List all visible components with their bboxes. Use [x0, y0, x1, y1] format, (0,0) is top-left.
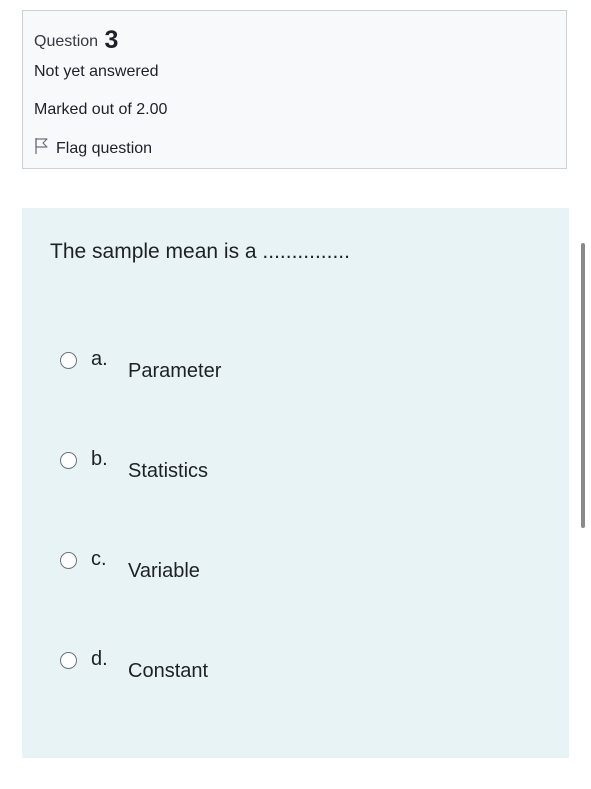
answer-label[interactable]: Constant	[128, 660, 208, 683]
flag-icon	[34, 137, 56, 160]
question-number: Question 3	[34, 24, 119, 54]
radio-unchecked-icon[interactable]	[60, 452, 77, 469]
question-label: Question	[34, 33, 99, 50]
answer-letter: d.	[91, 648, 108, 670]
answer-option-c[interactable]: c. Variable	[60, 548, 360, 588]
flag-question-label: Flag question	[56, 139, 153, 157]
radio-unchecked-icon[interactable]	[60, 652, 77, 669]
question-number-value: 3	[104, 26, 119, 54]
question-content: The sample mean is a ............... a. …	[22, 208, 569, 758]
radio-unchecked-icon[interactable]	[60, 352, 77, 369]
question-state: Not yet answered	[34, 63, 159, 80]
answer-option-a[interactable]: a. Parameter	[60, 348, 360, 388]
answer-option-b[interactable]: b. Statistics	[60, 448, 360, 488]
answer-option-d[interactable]: d. Constant	[60, 648, 360, 688]
answer-letter: c.	[91, 548, 107, 570]
answer-letter: b.	[91, 448, 108, 470]
flag-question-link[interactable]: Flag question	[34, 137, 152, 160]
answer-label[interactable]: Variable	[128, 560, 200, 583]
radio-unchecked-icon[interactable]	[60, 552, 77, 569]
answer-label[interactable]: Parameter	[128, 360, 221, 383]
scrollbar[interactable]	[581, 243, 585, 528]
answer-letter: a.	[91, 348, 108, 370]
answer-label[interactable]: Statistics	[128, 460, 208, 483]
question-text: The sample mean is a ...............	[50, 240, 350, 263]
question-grade: Marked out of 2.00	[34, 101, 168, 118]
question-info-box: Question 3 Not yet answered Marked out o…	[22, 10, 567, 169]
